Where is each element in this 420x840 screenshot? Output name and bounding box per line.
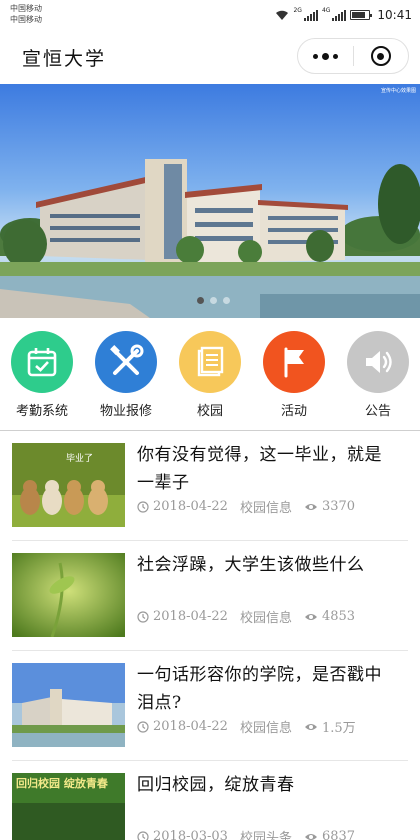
menu-label-attendance: 考勤系统 [15, 404, 68, 419]
menu-label-activity: 活动 [280, 404, 307, 419]
clock-time: 10:41 [377, 8, 412, 22]
carrier-label-1: 中国移动 [10, 4, 42, 13]
menu-item-repair[interactable]: 物业报修 [84, 318, 168, 430]
news-thumbnail [12, 553, 125, 637]
quick-menu: 考勤系统 物业报修 校园 活动 公告 [0, 318, 420, 430]
news-title[interactable]: 社会浮躁，大学生该做些什么 [137, 551, 399, 579]
battery-icon [350, 10, 373, 20]
page-title: 宣恒大学 [22, 48, 107, 70]
navigation-bar: 宣恒大学 [0, 30, 420, 84]
thumbnail-caption: 回归校园 绽放青春 [16, 777, 108, 790]
menu-item-activity[interactable]: 活动 [252, 318, 336, 430]
carousel-dot[interactable] [223, 297, 230, 304]
close-mini-program-button[interactable] [354, 39, 409, 73]
eye-icon [304, 723, 317, 730]
campus-building-image [0, 159, 420, 318]
menu-item-attendance[interactable]: 考勤系统 [0, 318, 84, 430]
news-meta: 2018-04-22 校园信息 4853 [137, 607, 407, 626]
news-views-count: 3370 [321, 499, 356, 514]
news-category: 校园信息 [239, 611, 292, 626]
carrier-label-2: 中国移动 [10, 15, 42, 24]
more-options-button[interactable] [298, 39, 353, 73]
news-item[interactable]: 回归校园 绽放青春 回归校园，绽放青春 2018-03-03 校园头条 6837 [0, 761, 420, 840]
news-category: 校园头条 [239, 831, 292, 840]
news-thumbnail: 毕业了 [12, 443, 125, 527]
wifi-icon [276, 10, 289, 20]
clock-icon [137, 610, 149, 623]
news-item[interactable]: 社会浮躁，大学生该做些什么 2018-04-22 校园信息 4853 [0, 541, 420, 651]
menu-icon-campus [179, 331, 241, 393]
news-views: 3370 [304, 499, 355, 514]
news-thumbnail: 回归校园 绽放青春 [12, 773, 125, 840]
eye-icon [304, 503, 317, 510]
document-icon [197, 346, 224, 377]
carousel-dot[interactable] [210, 297, 217, 304]
menu-item-notice[interactable]: 公告 [336, 318, 420, 430]
news-views: 6837 [304, 829, 355, 840]
menu-icon-activity [263, 331, 325, 393]
campus-building-thumbnail [12, 663, 125, 747]
network-type-2: 4G [321, 7, 331, 14]
menu-icon-attendance [11, 331, 73, 393]
news-date: 2018-04-22 [153, 719, 228, 734]
more-dots-icon [312, 52, 338, 60]
clock-icon [137, 500, 149, 513]
eye-icon [304, 833, 317, 840]
banner-caption: 宣传中心效果图 [380, 88, 416, 94]
news-date: 2018-04-22 [153, 609, 228, 624]
menu-icon-repair [95, 331, 157, 393]
news-title[interactable]: 一句话形容你的学院，是否戳中泪点? [137, 661, 399, 717]
signal-icon-1 [303, 9, 318, 21]
news-item[interactable]: 毕业了 你有没有觉得，这一毕业，就是一辈子 2018-04-22 校园信息 33… [0, 431, 420, 541]
news-meta: 2018-04-22 校园信息 1.5万 [137, 717, 407, 736]
clock-icon [137, 830, 149, 840]
clock-icon [137, 720, 149, 733]
thumbnail-caption: 毕业了 [66, 454, 94, 464]
news-date: 2018-04-22 [153, 499, 228, 514]
menu-label-repair: 物业报修 [99, 404, 152, 419]
tools-icon [110, 344, 144, 375]
signal-icon-2 [332, 9, 347, 21]
news-category: 校园信息 [239, 501, 292, 516]
menu-item-campus[interactable]: 校园 [168, 318, 252, 430]
news-item[interactable]: 一句话形容你的学院，是否戳中泪点? 2018-04-22 校园信息 1.5万 [0, 651, 420, 761]
calendar-check-icon [27, 348, 57, 377]
news-title[interactable]: 你有没有觉得，这一毕业，就是一辈子 [137, 441, 399, 497]
menu-label-notice: 公告 [364, 404, 391, 419]
status-bar: 中国移动 中国移动 2G 4G 10:41 [0, 0, 420, 30]
carousel-dot-active[interactable] [197, 297, 204, 304]
news-views-count: 6837 [321, 829, 356, 840]
carousel-indicators [197, 297, 230, 304]
mini-program-capsule [297, 38, 409, 74]
news-views-count: 1.5万 [321, 721, 356, 736]
news-views: 1.5万 [304, 717, 356, 736]
news-views: 4853 [304, 609, 355, 624]
status-indicators: 2G 4G 10:41 [275, 6, 412, 24]
news-category: 校园信息 [239, 721, 292, 736]
news-meta: 2018-03-03 校园头条 6837 [137, 827, 407, 840]
news-title[interactable]: 回归校园，绽放青春 [137, 771, 399, 799]
target-icon [370, 46, 391, 66]
green-leaf-image [12, 553, 125, 637]
news-date: 2018-03-03 [153, 829, 228, 840]
flag-icon [284, 347, 304, 378]
eye-icon [304, 613, 317, 620]
news-thumbnail [12, 663, 125, 747]
menu-label-campus: 校园 [196, 404, 223, 419]
news-meta: 2018-04-22 校园信息 3370 [137, 497, 407, 516]
banner-carousel[interactable]: 宣传中心效果图 [0, 84, 420, 318]
network-type-1: 2G [293, 7, 302, 14]
speaker-icon [366, 351, 392, 373]
news-views-count: 4853 [321, 609, 356, 624]
menu-icon-notice [347, 331, 409, 393]
